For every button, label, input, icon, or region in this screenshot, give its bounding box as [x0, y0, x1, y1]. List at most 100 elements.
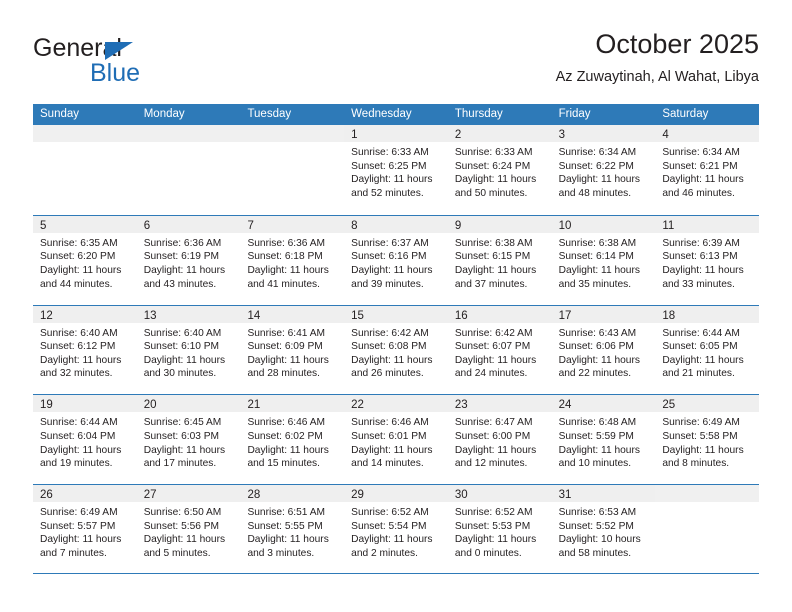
day-cell[interactable]: 3 Sunrise: 6:34 AM Sunset: 6:22 PM Daylight… [551, 125, 656, 215]
day-cell[interactable]: 14 Sunrise: 6:41 AM Sunset: 6:09 PM Dayligh… [240, 305, 345, 395]
day-cell[interactable]: 16 Sunrise: 6:42 AM Sunset: 6:07 PM Dayligh… [447, 305, 552, 395]
daylight-text: Daylight: 11 hours and 0 minutes. [454, 534, 537, 559]
day-cell[interactable]: 5 Sunrise: 6:35 AM Sunset: 6:20 PM Daylight… [33, 215, 137, 305]
day-cell[interactable]: 6 Sunrise: 6:36 AM Sunset: 6:19 PM Daylight… [136, 215, 241, 305]
day-cell[interactable]: 11 Sunrise: 6:39 AM Sunset: 6:13 PM Dayligh… [655, 215, 760, 305]
day-cell[interactable]: 20 Sunrise: 6:45 AM Sunset: 6:03 PM Dayligh… [136, 395, 241, 485]
sunrise-text: Sunrise: 6:46 AM [247, 417, 326, 429]
day-number: 22 [351, 399, 364, 412]
day-sun-info: Sunrise: 6:44 AM Sunset: 6:05 PM Daylight:… [655, 323, 759, 381]
day-cell[interactable]: 21 Sunrise: 6:46 AM Sunset: 6:02 PM Dayligh… [240, 395, 345, 485]
day-number-band: 10 [551, 215, 656, 233]
day-number: 4 [662, 129, 669, 141]
day-cell[interactable]: 31 Sunrise: 6:53 AM Sunset: 5:52 PM Dayligh… [551, 485, 656, 573]
day-number-band: 25 [655, 395, 760, 413]
day-number-band: 6 [136, 215, 241, 233]
calendar-week-row: 5 Sunrise: 6:35 AM Sunset: 6:20 PM Daylight… [33, 214, 760, 305]
day-number: 17 [558, 309, 572, 322]
day-sun-info: Sunrise: 6:49 AM Sunset: 5:58 PM Daylight:… [655, 412, 759, 470]
day-cell[interactable]: 29 Sunrise: 6:52 AM Sunset: 5:54 PM Dayligh… [344, 485, 448, 573]
calendar-week-row: 19 Sunrise: 6:44 AM Sunset: 6:04 PM Dayligh… [33, 394, 760, 485]
sunrise-text: Sunrise: 6:34 AM [662, 147, 740, 158]
sunset-text: Sunset: 6:21 PM [662, 160, 738, 172]
sunset-text: Sunset: 6:02 PM [247, 430, 323, 442]
day-number-band: 9 [447, 215, 552, 233]
day-sun-info: Sunrise: 6:46 AM Sunset: 6:02 PM Daylight:… [240, 412, 344, 470]
day-number: 29 [351, 489, 364, 502]
daylight-text: Daylight: 11 hours and 24 minutes. [454, 354, 537, 380]
day-cell[interactable]: 17 Sunrise: 6:43 AM Sunset: 6:06 PM Dayligh… [551, 305, 656, 395]
sunset-text: Sunset: 6:08 PM [351, 341, 427, 353]
logo-triangle-icon [105, 42, 133, 60]
day-cell[interactable]: 1 Sunrise: 6:33 AM Sunset: 6:25 PM Daylight… [344, 125, 448, 215]
daylight-text: Daylight: 11 hours and 15 minutes. [247, 444, 329, 470]
daylight-text: Daylight: 11 hours and 17 minutes. [143, 444, 226, 470]
day-cell[interactable]: 10 Sunrise: 6:38 AM Sunset: 6:14 PM Dayligh… [551, 215, 656, 305]
day-cell[interactable]: 30 Sunrise: 6:52 AM Sunset: 5:53 PM Dayligh… [447, 485, 552, 573]
daylight-text: Daylight: 11 hours and 19 minutes. [40, 444, 122, 470]
sunset-text: Sunset: 6:09 PM [247, 341, 323, 353]
day-cell[interactable]: 2 Sunrise: 6:33 AM Sunset: 6:24 PM Daylight… [447, 125, 552, 215]
day-number-band: 22 [344, 395, 448, 413]
day-cell[interactable]: 8 Sunrise: 6:37 AM Sunset: 6:16 PM Daylight… [344, 215, 448, 305]
weekday-header-monday: Monday [143, 108, 185, 120]
day-number-band: 17 [551, 305, 656, 323]
daylight-text: Daylight: 11 hours and 2 minutes. [351, 534, 433, 559]
day-number-band: 15 [344, 305, 448, 323]
logo-text-blue: Blue [90, 59, 141, 87]
day-number: 3 [558, 129, 565, 141]
sunrise-text: Sunrise: 6:37 AM [351, 237, 429, 249]
sunrise-text: Sunrise: 6:40 AM [143, 327, 222, 339]
day-sun-info: Sunrise: 6:52 AM Sunset: 5:54 PM Daylight:… [344, 502, 448, 560]
day-number: 10 [558, 219, 572, 232]
day-number-band: 18 [655, 305, 760, 323]
daylight-text: Daylight: 11 hours and 22 minutes. [558, 354, 640, 380]
sunrise-text: Sunrise: 6:33 AM [351, 147, 429, 158]
day-number-band: 1 [344, 125, 448, 142]
day-number-band: 5 [33, 215, 137, 233]
day-cell[interactable]: 25 Sunrise: 6:49 AM Sunset: 5:58 PM Dayligh… [655, 395, 760, 485]
day-sun-info: Sunrise: 6:46 AM Sunset: 6:01 PM Daylight:… [344, 412, 448, 470]
sunrise-text: Sunrise: 6:38 AM [558, 237, 637, 249]
sunset-text: Sunset: 5:53 PM [454, 520, 531, 532]
sunset-text: Sunset: 6:24 PM [454, 160, 531, 172]
day-sun-info: Sunrise: 6:38 AM Sunset: 6:15 PM Daylight:… [448, 233, 552, 291]
daylight-text: Daylight: 11 hours and 48 minutes. [558, 174, 640, 199]
daylight-text: Daylight: 11 hours and 3 minutes. [247, 534, 329, 559]
day-number: 26 [40, 489, 53, 502]
sunrise-text: Sunrise: 6:43 AM [558, 327, 637, 339]
day-cell[interactable]: 18 Sunrise: 6:44 AM Sunset: 6:05 PM Dayligh… [655, 305, 760, 395]
day-cell[interactable]: 23 Sunrise: 6:47 AM Sunset: 6:00 PM Dayligh… [447, 395, 552, 485]
sunset-text: Sunset: 6:07 PM [454, 341, 531, 353]
day-cell[interactable]: 26 Sunrise: 6:49 AM Sunset: 5:57 PM Dayligh… [33, 485, 137, 573]
day-sun-info: Sunrise: 6:50 AM Sunset: 5:56 PM Daylight:… [137, 502, 241, 560]
day-cell[interactable]: 7 Sunrise: 6:36 AM Sunset: 6:18 PM Daylight… [240, 215, 345, 305]
day-cell[interactable]: 15 Sunrise: 6:42 AM Sunset: 6:08 PM Dayligh… [344, 305, 448, 395]
day-cell[interactable]: 19 Sunrise: 6:44 AM Sunset: 6:04 PM Dayligh… [33, 395, 137, 485]
sunrise-text: Sunrise: 6:39 AM [662, 237, 740, 249]
day-sun-info: Sunrise: 6:51 AM Sunset: 5:55 PM Daylight:… [240, 502, 344, 560]
title-block: October 2025 Az Zuwaytinah, Al Wahat, Li… [556, 28, 759, 86]
daylight-text: Daylight: 11 hours and 30 minutes. [143, 354, 226, 380]
day-cell[interactable]: 4 Sunrise: 6:34 AM Sunset: 6:21 PM Daylight… [655, 125, 760, 215]
day-cell[interactable]: 13 Sunrise: 6:40 AM Sunset: 6:10 PM Dayligh… [136, 305, 241, 395]
day-sun-info: Sunrise: 6:42 AM Sunset: 6:08 PM Daylight:… [344, 323, 448, 381]
day-number: 16 [454, 309, 468, 322]
day-number-band: 8 [344, 215, 448, 233]
sunset-text: Sunset: 5:59 PM [558, 430, 634, 442]
day-number: 5 [40, 219, 47, 232]
day-cell[interactable]: 22 Sunrise: 6:46 AM Sunset: 6:01 PM Dayligh… [344, 395, 448, 485]
sunrise-text: Sunrise: 6:47 AM [454, 417, 533, 429]
day-number: 24 [558, 399, 572, 412]
calendar-week-row: 1 Sunrise: 6:33 AM Sunset: 6:25 PM Daylight… [33, 125, 760, 215]
day-cell[interactable]: 28 Sunrise: 6:51 AM Sunset: 5:55 PM Dayligh… [240, 485, 345, 573]
daylight-text: Daylight: 11 hours and 33 minutes. [662, 264, 744, 290]
day-cell[interactable]: 12 Sunrise: 6:40 AM Sunset: 6:12 PM Dayligh… [33, 305, 137, 395]
day-cell[interactable]: 9 Sunrise: 6:38 AM Sunset: 6:15 PM Daylight… [447, 215, 552, 305]
daylight-text: Daylight: 11 hours and 37 minutes. [454, 264, 537, 290]
day-cell[interactable]: 27 Sunrise: 6:50 AM Sunset: 5:56 PM Dayligh… [136, 485, 241, 573]
day-number-band: 26 [33, 485, 137, 503]
day-number-band: 29 [344, 485, 448, 503]
day-number: 25 [662, 399, 676, 412]
day-cell[interactable]: 24 Sunrise: 6:48 AM Sunset: 5:59 PM Dayligh… [551, 395, 656, 485]
